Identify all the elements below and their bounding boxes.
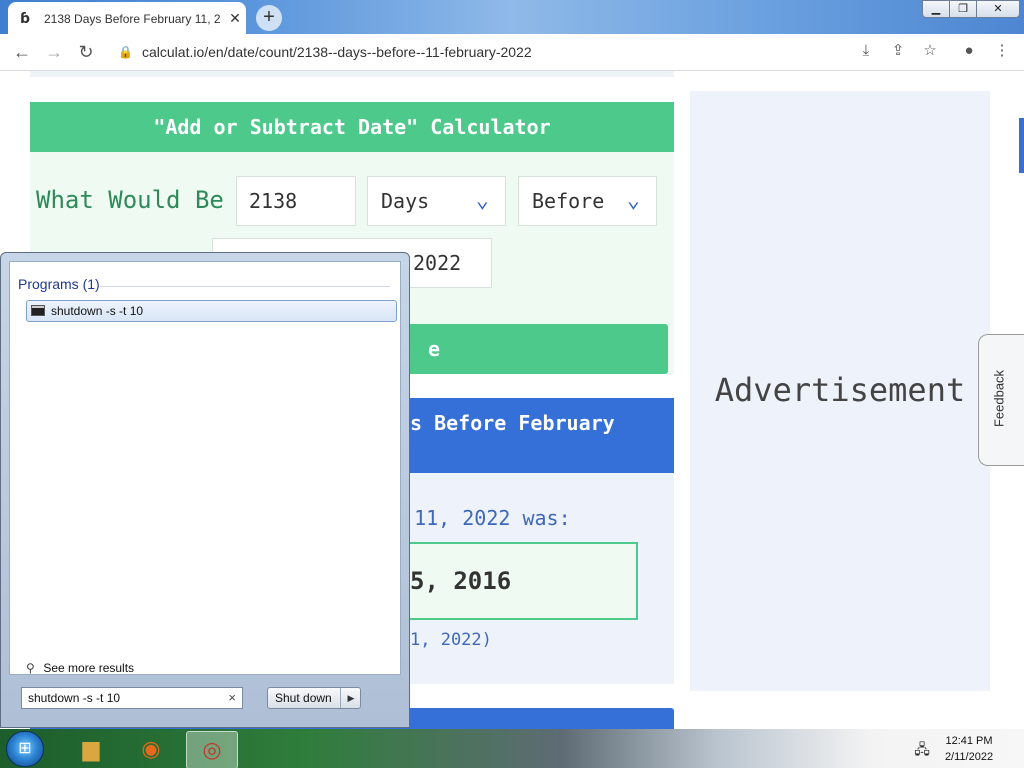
chrome-taskbar-icon[interactable]: ◎ — [186, 731, 238, 769]
program-result-item[interactable]: shutdown -s -t 10 — [26, 300, 397, 322]
forward-arrow-icon[interactable]: → — [42, 40, 66, 64]
shut-down-button[interactable]: Shut down ▶ — [267, 687, 361, 709]
magnifier-icon: ⚲ — [26, 661, 35, 675]
back-arrow-icon[interactable]: ← — [10, 40, 34, 64]
result-title: s Before February — [410, 411, 615, 435]
install-icon[interactable]: ⤓ — [855, 40, 877, 62]
start-menu-results-pane: Programs (1) shutdown -s -t 10 ⚲ See mor… — [9, 261, 401, 675]
start-menu: Programs (1) shutdown -s -t 10 ⚲ See mor… — [0, 252, 410, 728]
site-favicon-icon: ɓ — [20, 11, 31, 27]
chevron-down-icon: ⌄ — [626, 188, 640, 213]
calculator-header: "Add or Subtract Date" Calculator — [30, 102, 674, 152]
lock-icon: 🔒 — [118, 45, 133, 59]
calculate-button-label: e — [428, 337, 441, 361]
clock-date: 2/11/2022 — [944, 751, 994, 763]
share-icon[interactable]: ⇪ — [887, 40, 909, 62]
url-text: calculat.io/en/date/count/2138--days--be… — [142, 44, 532, 60]
tab-title: 2138 Days Before February 11, 2 — [44, 12, 220, 26]
unit-select-value: Days — [381, 189, 430, 213]
direction-select[interactable]: Before ⌄ — [518, 176, 657, 226]
clock-time: 12:41 PM — [945, 735, 993, 747]
programs-header: Programs (1) — [18, 276, 100, 292]
star-icon[interactable]: ☆ — [919, 40, 941, 62]
feedback-tab[interactable]: Feedback — [978, 334, 1024, 466]
tab-close-icon[interactable]: ✕ — [226, 9, 244, 27]
taskbar-clock[interactable]: 12:41 PM 2/11/2022 — [938, 733, 1000, 765]
advertisement-label: Advertisement — [714, 371, 966, 409]
programs-divider — [100, 286, 390, 287]
browser-tab[interactable]: ɓ 2138 Days Before February 11, 2 ✕ — [8, 2, 246, 34]
amount-input[interactable]: 2138 — [236, 176, 356, 226]
address-bar[interactable]: 🔒 calculat.io/en/date/count/2138--days--… — [108, 38, 958, 66]
browser-toolbar: ← → ↻ 🔒 calculat.io/en/date/count/2138--… — [0, 34, 1024, 71]
console-program-icon — [31, 305, 45, 316]
shut-down-options-arrow-icon[interactable]: ▶ — [340, 688, 361, 708]
window-close-button[interactable]: ✕ — [976, 0, 1020, 18]
direction-select-value: Before — [532, 189, 605, 213]
result-answer: 5, 2016 — [410, 567, 512, 595]
file-explorer-taskbar-icon[interactable]: ▆ — [66, 731, 116, 767]
new-tab-button[interactable]: + — [256, 5, 282, 31]
start-search-value: shutdown -s -t 10 — [28, 691, 121, 705]
previous-card-bottom — [30, 71, 674, 77]
shut-down-label: Shut down — [275, 691, 332, 705]
window-minimize-button[interactable]: ▁ — [922, 0, 950, 18]
firefox-taskbar-icon[interactable]: ◉ — [126, 731, 176, 767]
see-more-results-link[interactable]: ⚲ See more results — [26, 661, 134, 675]
window-restore-button[interactable]: ❐ — [949, 0, 977, 18]
program-result-label: shutdown -s -t 10 — [51, 304, 144, 318]
result-note: 1, 2022) — [410, 630, 492, 650]
reload-icon[interactable]: ↻ — [74, 40, 98, 64]
profile-icon[interactable]: ● — [958, 40, 980, 62]
page-scrollbar-thumb[interactable] — [1019, 118, 1024, 173]
clear-search-icon[interactable]: × — [228, 690, 236, 705]
date-input-year: 2022 — [413, 251, 462, 275]
network-tray-icon[interactable]: 🖧 — [912, 739, 932, 757]
feedback-label: Feedback — [991, 369, 1007, 428]
result-question: y 11, 2022 was: — [390, 506, 571, 530]
start-search-input[interactable]: shutdown -s -t 10 × — [21, 687, 243, 709]
advertisement-box[interactable]: Advertisement — [690, 91, 990, 691]
browser-tab-bar: ɓ 2138 Days Before February 11, 2 ✕ + ▁ … — [0, 0, 1024, 34]
unit-select[interactable]: Days ⌄ — [367, 176, 506, 226]
kebab-menu-icon[interactable]: ⋮ — [991, 40, 1013, 62]
taskbar: ⊞ ▆ ◉ ◎ 🖧 12:41 PM 2/11/2022 — [0, 729, 1024, 769]
chevron-down-icon: ⌄ — [475, 188, 489, 213]
see-more-results-label: See more results — [43, 661, 135, 675]
what-would-be-label: What Would Be — [36, 186, 224, 214]
start-button[interactable]: ⊞ — [6, 731, 44, 767]
